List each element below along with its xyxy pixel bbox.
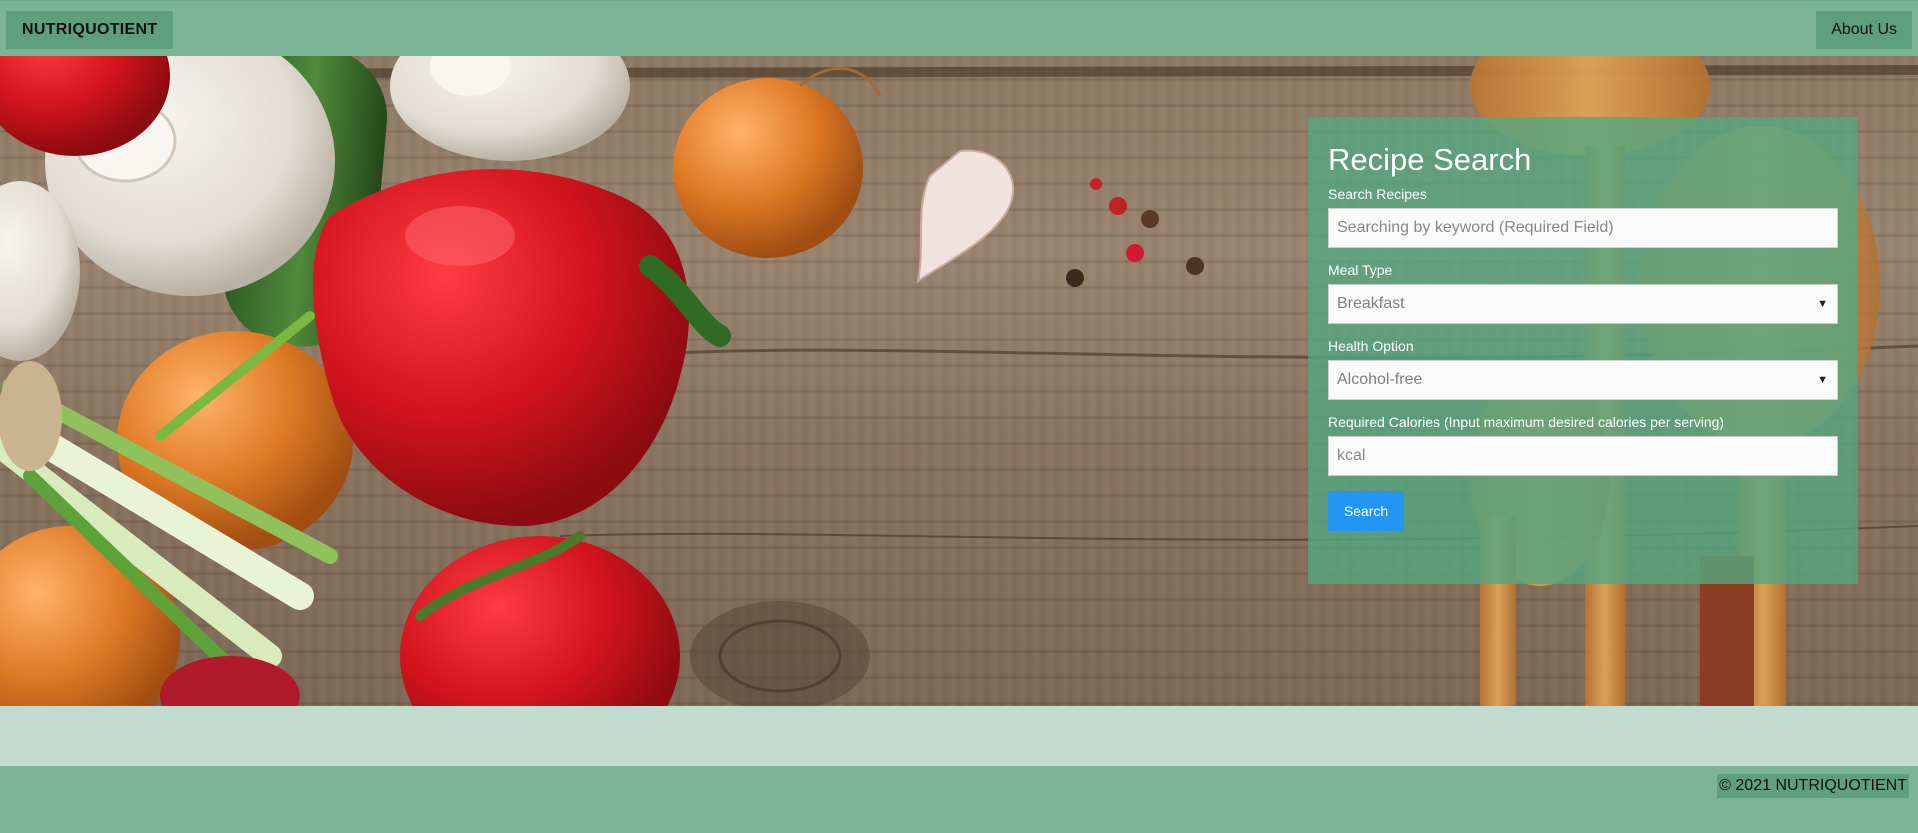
copyright-text: © 2021 NUTRIQUOTIENT (1717, 774, 1909, 798)
meal-type-select[interactable]: Breakfast ▼ (1328, 284, 1838, 324)
search-button[interactable]: Search (1328, 491, 1404, 531)
keyword-search-input[interactable]: Searching by keyword (Required Field) (1328, 208, 1838, 248)
top-navbar: NUTRIQUOTIENT About Us (0, 0, 1918, 56)
content-strip (0, 706, 1918, 766)
dropdown-arrow-icon: ▼ (1817, 374, 1828, 386)
meal-type-value: Breakfast (1337, 295, 1405, 312)
about-us-link[interactable]: About Us (1816, 11, 1912, 49)
dropdown-arrow-icon: ▼ (1817, 298, 1828, 310)
meal-type-label: Meal Type (1328, 262, 1393, 278)
keyword-placeholder: Searching by keyword (Required Field) (1337, 219, 1614, 236)
hero-banner: Recipe Search Search Recipes Searching b… (0, 56, 1918, 706)
health-option-select[interactable]: Alcohol-free ▼ (1328, 360, 1838, 400)
calories-placeholder: kcal (1337, 447, 1366, 464)
recipe-search-title: Recipe Search (1328, 142, 1532, 177)
health-option-value: Alcohol-free (1337, 371, 1423, 388)
health-option-label: Health Option (1328, 338, 1414, 354)
search-recipes-label: Search Recipes (1328, 186, 1427, 202)
required-calories-label: Required Calories (Input maximum desired… (1328, 414, 1725, 430)
brand-logo-link[interactable]: NUTRIQUOTIENT (6, 11, 174, 49)
page-footer: © 2021 NUTRIQUOTIENT (0, 766, 1918, 833)
recipe-search-form: Recipe Search Search Recipes Searching b… (1308, 117, 1858, 584)
calories-input[interactable]: kcal (1328, 436, 1838, 476)
